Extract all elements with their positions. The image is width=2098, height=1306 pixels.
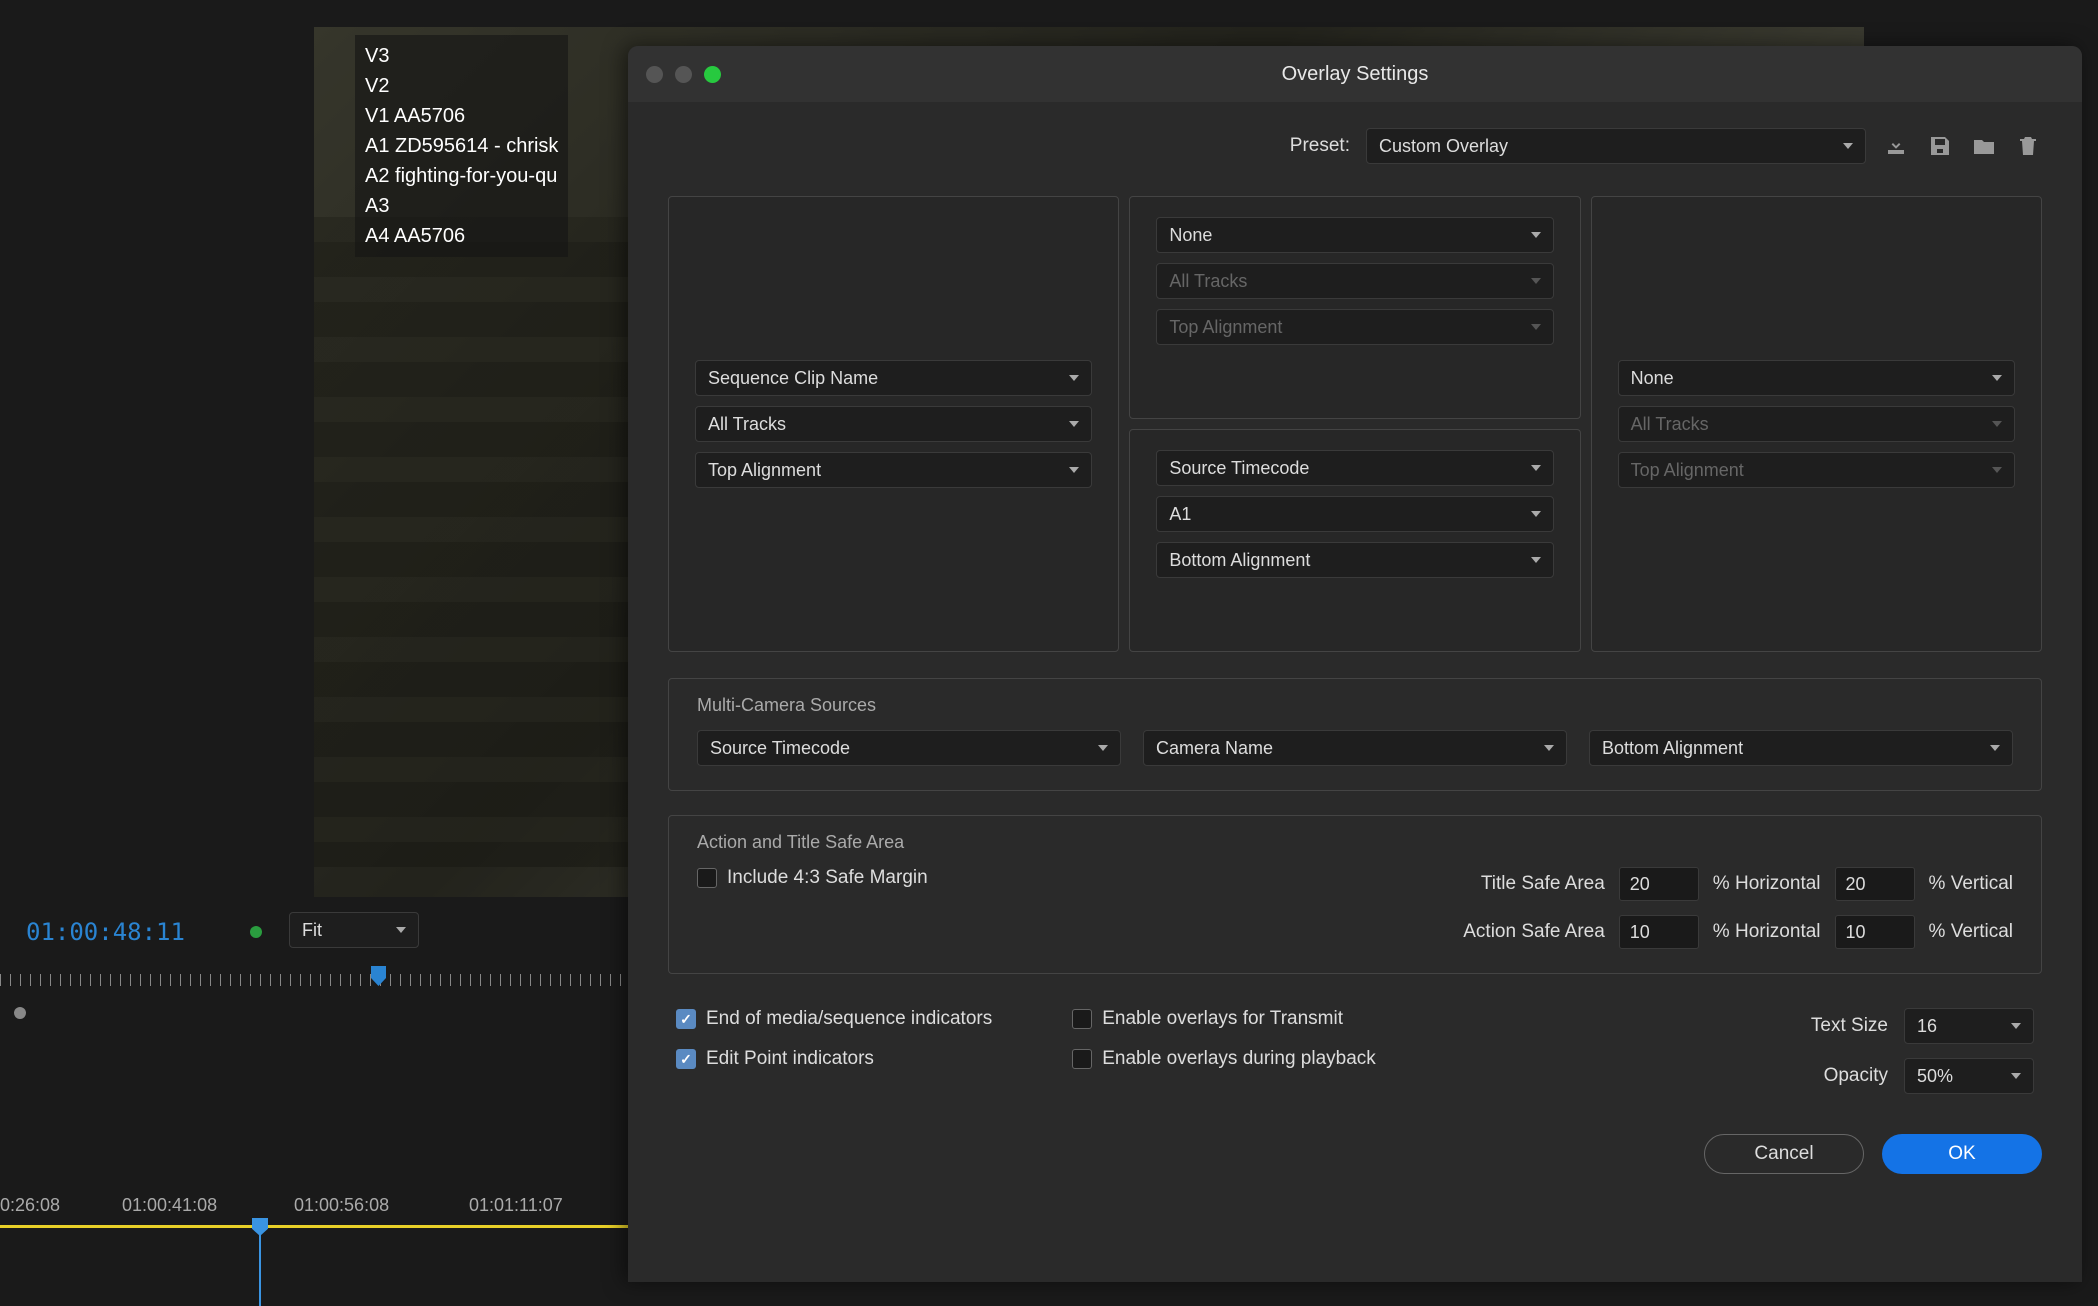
resolution-indicator	[250, 926, 262, 938]
dialog-titlebar: Overlay Settings	[628, 46, 2082, 102]
dialog-body: Preset: Custom Overlay Sequence Clip Nam…	[628, 102, 2082, 1282]
action-safe-v-input[interactable]	[1835, 915, 1915, 949]
multicam-camera-dropdown[interactable]: Camera Name	[1143, 730, 1567, 766]
title-safe-h-input[interactable]	[1619, 867, 1699, 901]
tr-tracks-dropdown: All Tracks	[1618, 406, 2015, 442]
new-preset-icon[interactable]	[1970, 132, 1998, 160]
pct-h-label-1: % Horizontal	[1713, 873, 1821, 895]
playback-label: Enable overlays during playback	[1102, 1048, 1376, 1070]
track-v3: V3	[365, 41, 558, 71]
tc-type-dropdown[interactable]: None	[1156, 217, 1553, 253]
text-size-label: Text Size	[1811, 1015, 1888, 1037]
scrollbar-thumb[interactable]	[14, 1007, 26, 1019]
bottom-options: End of media/sequence indicators Edit Po…	[668, 998, 2042, 1104]
overlay-top-center: None All Tracks Top Alignment	[1129, 196, 1580, 419]
pct-h-label-2: % Horizontal	[1713, 921, 1821, 943]
multicam-source-dropdown[interactable]: Source Timecode	[697, 730, 1121, 766]
bc-type-dropdown[interactable]: Source Timecode	[1156, 450, 1553, 486]
dialog-title: Overlay Settings	[628, 63, 2082, 86]
playback-checkbox-row[interactable]: Enable overlays during playback	[1072, 1048, 1376, 1070]
end-media-checkbox-row[interactable]: End of media/sequence indicators	[676, 1008, 992, 1030]
transmit-label: Enable overlays for Transmit	[1102, 1008, 1343, 1030]
overlay-bottom-center: Source Timecode A1 Bottom Alignment	[1129, 429, 1580, 652]
track-v2: V2	[365, 71, 558, 101]
save-preset-icon[interactable]	[1926, 132, 1954, 160]
text-size-dropdown[interactable]: 16	[1904, 1008, 2034, 1044]
include-43-checkbox-row[interactable]: Include 4:3 Safe Margin	[697, 867, 928, 889]
track-a3: A3	[365, 191, 558, 221]
ok-button[interactable]: OK	[1882, 1134, 2042, 1174]
timeline-playhead-line	[259, 1230, 261, 1306]
tr-type-dropdown[interactable]: None	[1618, 360, 2015, 396]
edit-point-checkbox-row[interactable]: Edit Point indicators	[676, 1048, 992, 1070]
opacity-dropdown[interactable]: 50%	[1904, 1058, 2034, 1094]
track-a1: A1 ZD595614 - chrisk	[365, 131, 558, 161]
tl-align-dropdown[interactable]: Top Alignment	[695, 452, 1092, 488]
overlay-position-grid: Sequence Clip Name All Tracks Top Alignm…	[668, 196, 2042, 652]
track-a4: A4 AA5706	[365, 221, 558, 251]
dialog-buttons: Cancel OK	[668, 1124, 2042, 1174]
overlay-top-left: Sequence Clip Name All Tracks Top Alignm…	[668, 196, 1119, 652]
bc-tracks-dropdown[interactable]: A1	[1156, 496, 1553, 532]
transmit-checkbox[interactable]	[1072, 1009, 1092, 1029]
tl-tracks-dropdown[interactable]: All Tracks	[695, 406, 1092, 442]
timecode-display[interactable]: 01:00:48:11	[26, 918, 185, 946]
title-safe-v-input[interactable]	[1835, 867, 1915, 901]
import-preset-icon[interactable]	[1882, 132, 1910, 160]
preset-row: Preset: Custom Overlay	[668, 128, 2042, 164]
overlay-center-column: None All Tracks Top Alignment Source Tim…	[1129, 196, 1580, 652]
multicam-title: Multi-Camera Sources	[697, 695, 2013, 716]
include-43-label: Include 4:3 Safe Margin	[727, 867, 928, 889]
preset-label: Preset:	[1290, 135, 1350, 157]
playback-checkbox[interactable]	[1072, 1049, 1092, 1069]
track-info-overlay: V3 V2 V1 AA5706 A1 ZD595614 - chrisk A2 …	[355, 35, 568, 257]
overlay-settings-dialog: Overlay Settings Preset: Custom Overlay	[628, 46, 2082, 1282]
title-safe-label: Title Safe Area	[1435, 873, 1605, 895]
edit-point-label: Edit Point indicators	[706, 1048, 874, 1070]
window-minimize-button[interactable]	[675, 66, 692, 83]
safe-area-section: Action and Title Safe Area Include 4:3 S…	[668, 815, 2042, 974]
overlay-top-right: None All Tracks Top Alignment	[1591, 196, 2042, 652]
track-a2: A2 fighting-for-you-qu	[365, 161, 558, 191]
bc-align-dropdown[interactable]: Bottom Alignment	[1156, 542, 1553, 578]
cancel-button[interactable]: Cancel	[1704, 1134, 1864, 1174]
end-media-label: End of media/sequence indicators	[706, 1008, 992, 1030]
end-media-checkbox[interactable]	[676, 1009, 696, 1029]
timeline-work-area	[0, 1225, 628, 1228]
include-43-checkbox[interactable]	[697, 868, 717, 888]
pct-v-label-2: % Vertical	[1929, 921, 2013, 943]
action-safe-h-input[interactable]	[1619, 915, 1699, 949]
preset-dropdown[interactable]: Custom Overlay	[1366, 128, 1866, 164]
action-safe-label: Action Safe Area	[1435, 921, 1605, 943]
edit-point-checkbox[interactable]	[676, 1049, 696, 1069]
pct-v-label-1: % Vertical	[1929, 873, 2013, 895]
tr-align-dropdown: Top Alignment	[1618, 452, 2015, 488]
tc-tracks-dropdown: All Tracks	[1156, 263, 1553, 299]
window-controls	[646, 66, 721, 83]
multicam-section: Multi-Camera Sources Source Timecode Cam…	[668, 678, 2042, 791]
track-v1: V1 AA5706	[365, 101, 558, 131]
transmit-checkbox-row[interactable]: Enable overlays for Transmit	[1072, 1008, 1376, 1030]
monitor-scrollbar[interactable]	[14, 1008, 614, 1018]
window-maximize-button[interactable]	[704, 66, 721, 83]
tc-align-dropdown: Top Alignment	[1156, 309, 1553, 345]
monitor-ruler[interactable]	[0, 970, 628, 1000]
tl-type-dropdown[interactable]: Sequence Clip Name	[695, 360, 1092, 396]
multicam-align-dropdown[interactable]: Bottom Alignment	[1589, 730, 2013, 766]
window-close-button[interactable]	[646, 66, 663, 83]
delete-preset-icon[interactable]	[2014, 132, 2042, 160]
opacity-label: Opacity	[1824, 1065, 1888, 1087]
zoom-level-dropdown[interactable]: Fit	[289, 912, 419, 948]
safe-area-title: Action and Title Safe Area	[697, 832, 2013, 853]
